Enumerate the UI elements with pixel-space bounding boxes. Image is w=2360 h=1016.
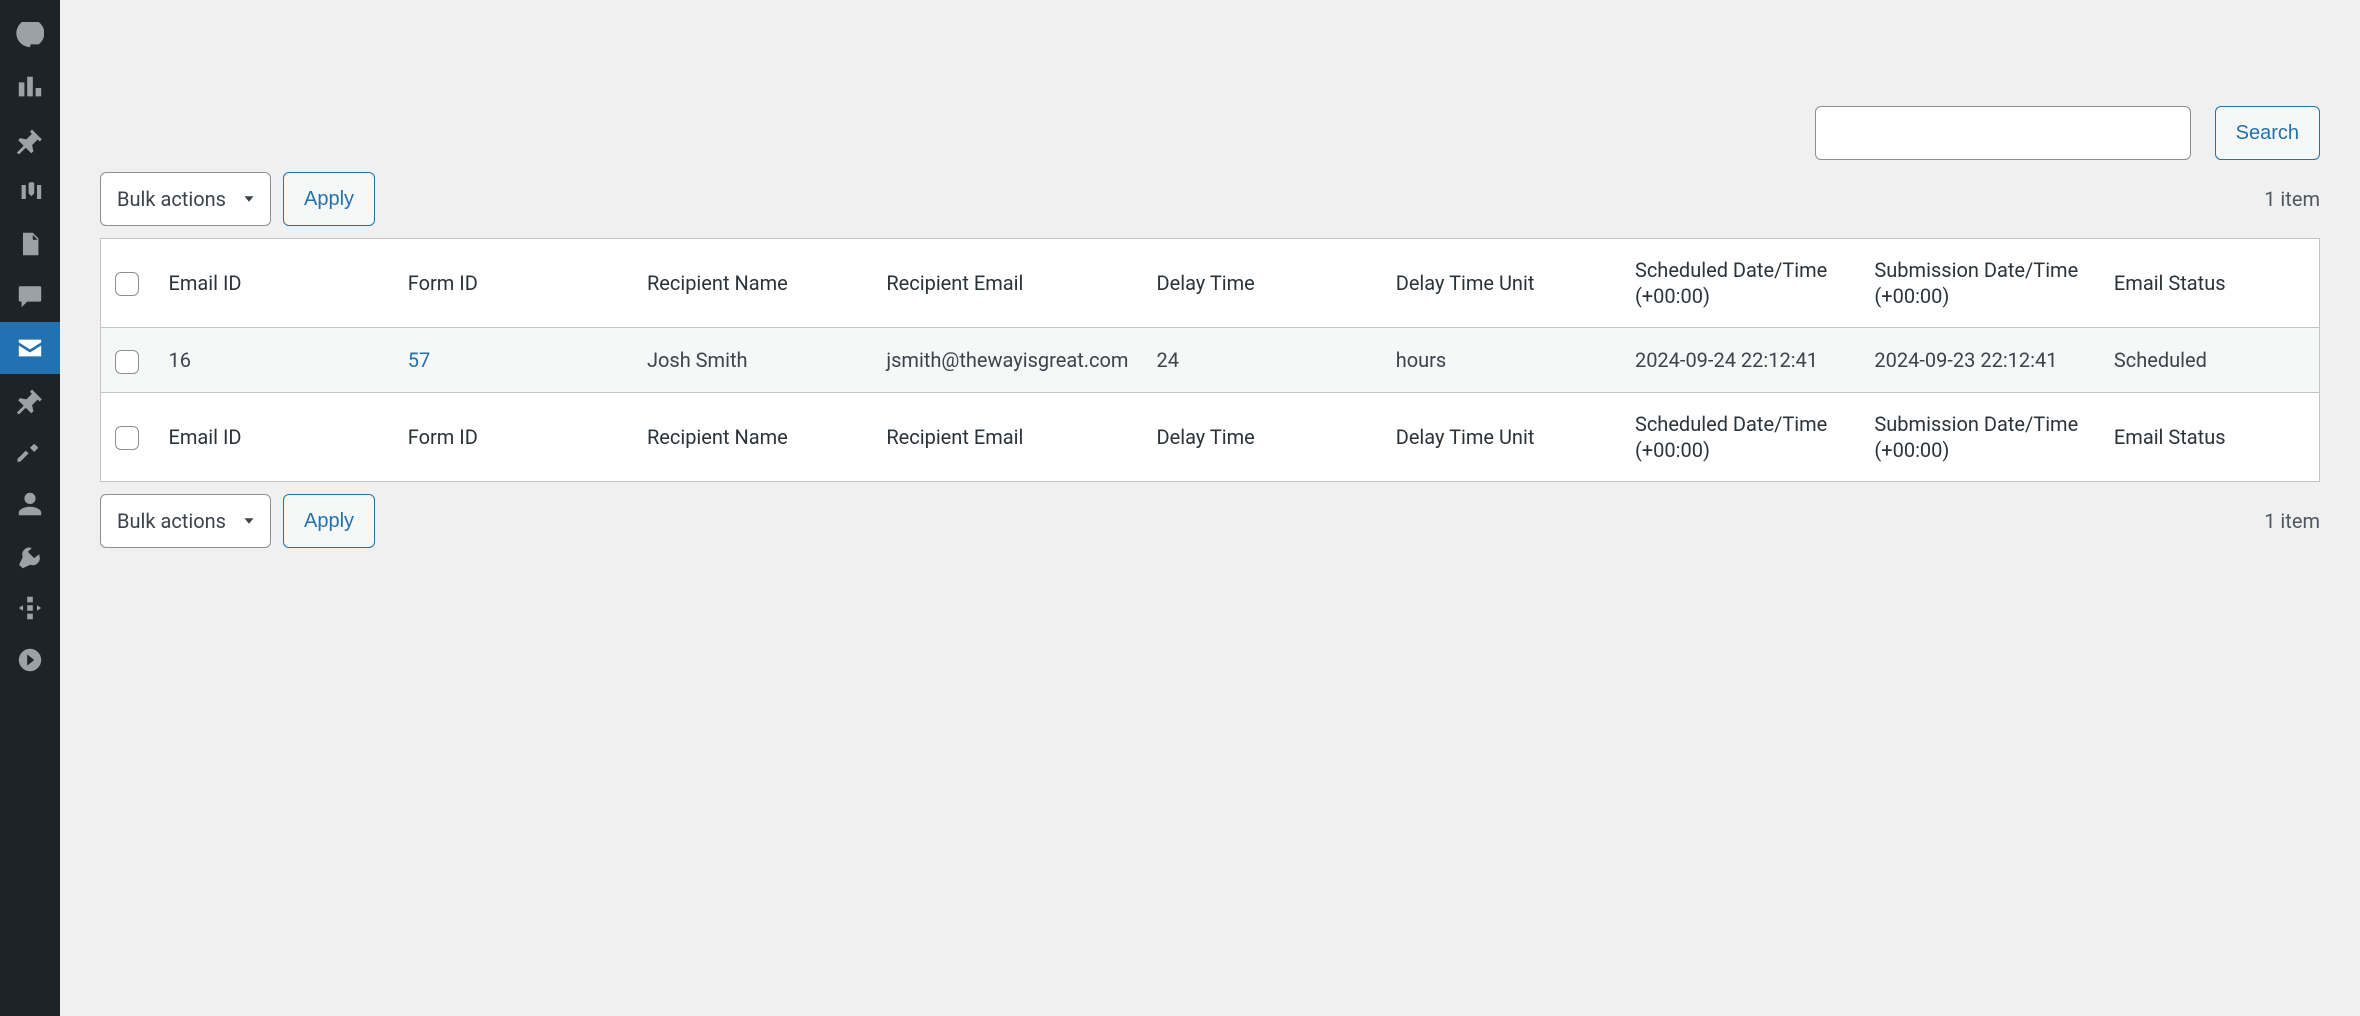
cell-delay-unit: hours (1382, 328, 1621, 393)
bulk-actions-label: Bulk actions (117, 187, 226, 211)
apply-button-top[interactable]: Apply (283, 172, 375, 226)
item-count-top: 1 item (2264, 187, 2320, 211)
nav-collapse[interactable] (0, 634, 60, 686)
main-content: Search Bulk actions Apply 1 item Email I… (60, 0, 2360, 1016)
nav-tools[interactable] (0, 530, 60, 582)
apply-button-bottom[interactable]: Apply (283, 494, 375, 548)
fcol-scheduled[interactable]: Scheduled Date/Time (+00:00) (1621, 393, 1860, 482)
table-footer-row: Email ID Form ID Recipient Name Recipien… (101, 393, 2320, 482)
cell-recipient-name: Josh Smith (633, 328, 872, 393)
col-scheduled[interactable]: Scheduled Date/Time (+00:00) (1621, 239, 1860, 328)
table-header-row: Email ID Form ID Recipient Name Recipien… (101, 239, 2320, 328)
fcol-status[interactable]: Email Status (2100, 393, 2320, 482)
form-id-link[interactable]: 57 (408, 348, 430, 372)
fcol-recipient-name[interactable]: Recipient Name (633, 393, 872, 482)
col-recipient-name[interactable]: Recipient Name (633, 239, 872, 328)
select-all-checkbox-bottom[interactable] (115, 426, 139, 450)
nav-settings[interactable] (0, 582, 60, 634)
search-button[interactable]: Search (2215, 106, 2320, 160)
col-submission[interactable]: Submission Date/Time (+00:00) (1860, 239, 2100, 328)
nav-dashboard[interactable] (0, 10, 60, 62)
fcol-submission[interactable]: Submission Date/Time (+00:00) (1860, 393, 2100, 482)
cell-delay-time: 24 (1142, 328, 1381, 393)
nav-appearance[interactable] (0, 426, 60, 478)
select-all-checkbox-top[interactable] (115, 272, 139, 296)
chevron-down-icon (240, 512, 258, 530)
bulk-actions-select-bottom[interactable]: Bulk actions (100, 494, 271, 548)
nav-pin[interactable] (0, 114, 60, 166)
col-form-id[interactable]: Form ID (394, 239, 633, 328)
fcol-form-id[interactable]: Form ID (394, 393, 633, 482)
emails-table: Email ID Form ID Recipient Name Recipien… (100, 238, 2320, 482)
col-delay-unit[interactable]: Delay Time Unit (1382, 239, 1621, 328)
row-checkbox[interactable] (115, 350, 139, 374)
item-count-bottom: 1 item (2264, 509, 2320, 533)
fcol-delay-unit[interactable]: Delay Time Unit (1382, 393, 1621, 482)
col-recipient-email[interactable]: Recipient Email (872, 239, 1142, 328)
nav-mail[interactable] (0, 322, 60, 374)
bulk-actions-label: Bulk actions (117, 509, 226, 533)
nav-media[interactable] (0, 166, 60, 218)
col-delay-time[interactable]: Delay Time (1142, 239, 1381, 328)
table-row: 16 57 Josh Smith jsmith@thewayisgreat.co… (101, 328, 2320, 393)
cell-recipient-email: jsmith@thewayisgreat.com (872, 328, 1142, 393)
cell-email-id: 16 (154, 328, 393, 393)
bulk-actions-select-top[interactable]: Bulk actions (100, 172, 271, 226)
fcol-delay-time[interactable]: Delay Time (1142, 393, 1381, 482)
nav-analytics[interactable] (0, 62, 60, 114)
nav-comments[interactable] (0, 270, 60, 322)
cell-submission: 2024-09-23 22:12:41 (1860, 328, 2100, 393)
cell-status: Scheduled (2100, 328, 2320, 393)
admin-sidebar (0, 0, 60, 1016)
nav-pin2[interactable] (0, 374, 60, 426)
fcol-recipient-email[interactable]: Recipient Email (872, 393, 1142, 482)
cell-scheduled: 2024-09-24 22:12:41 (1621, 328, 1860, 393)
nav-pages[interactable] (0, 218, 60, 270)
nav-users[interactable] (0, 478, 60, 530)
col-email-id[interactable]: Email ID (154, 239, 393, 328)
chevron-down-icon (240, 190, 258, 208)
col-status[interactable]: Email Status (2100, 239, 2320, 328)
search-input[interactable] (1815, 106, 2191, 160)
fcol-email-id[interactable]: Email ID (154, 393, 393, 482)
